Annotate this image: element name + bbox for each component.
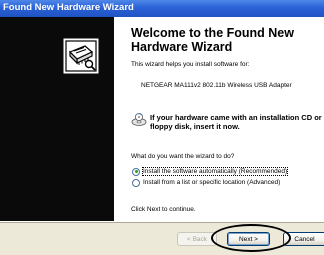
- cancel-button[interactable]: Cancel: [283, 232, 324, 246]
- title-bar[interactable]: Found New Hardware Wizard: [0, 0, 324, 17]
- hardware-wizard-icon: [63, 38, 99, 74]
- radio-selected[interactable]: [132, 167, 140, 176]
- radio-unselected[interactable]: [132, 178, 140, 187]
- intro-text: This wizard helps you install software f…: [131, 61, 250, 68]
- wizard-content: Welcome to the Found New Hardware Wizard…: [114, 17, 324, 221]
- option-install-from-list[interactable]: Install from a list or specific location…: [132, 178, 280, 187]
- question-text: What do you want the wizard to do?: [131, 153, 235, 160]
- option-install-automatically[interactable]: Install the software automatically (Reco…: [132, 167, 289, 176]
- option-label[interactable]: Install the software automatically (Reco…: [141, 167, 289, 176]
- window-title: Found New Hardware Wizard: [3, 2, 134, 13]
- page-title: Welcome to the Found New Hardware Wizard: [131, 26, 294, 54]
- cd-prompt: If your hardware came with an installati…: [150, 113, 322, 131]
- wizard-window: Found New Hardware Wizard Welcome to the…: [0, 0, 324, 255]
- button-bar: < Back Next > Cancel: [0, 221, 324, 255]
- wizard-side-panel: [0, 17, 114, 221]
- device-name: NETGEAR MA111v2 802.11b Wireless USB Ada…: [141, 82, 292, 89]
- back-button[interactable]: < Back: [177, 232, 217, 246]
- next-button[interactable]: Next >: [227, 232, 270, 246]
- continue-text: Click Next to continue.: [131, 206, 196, 213]
- option-label[interactable]: Install from a list or specific location…: [143, 179, 280, 186]
- cd-icon: [131, 112, 147, 126]
